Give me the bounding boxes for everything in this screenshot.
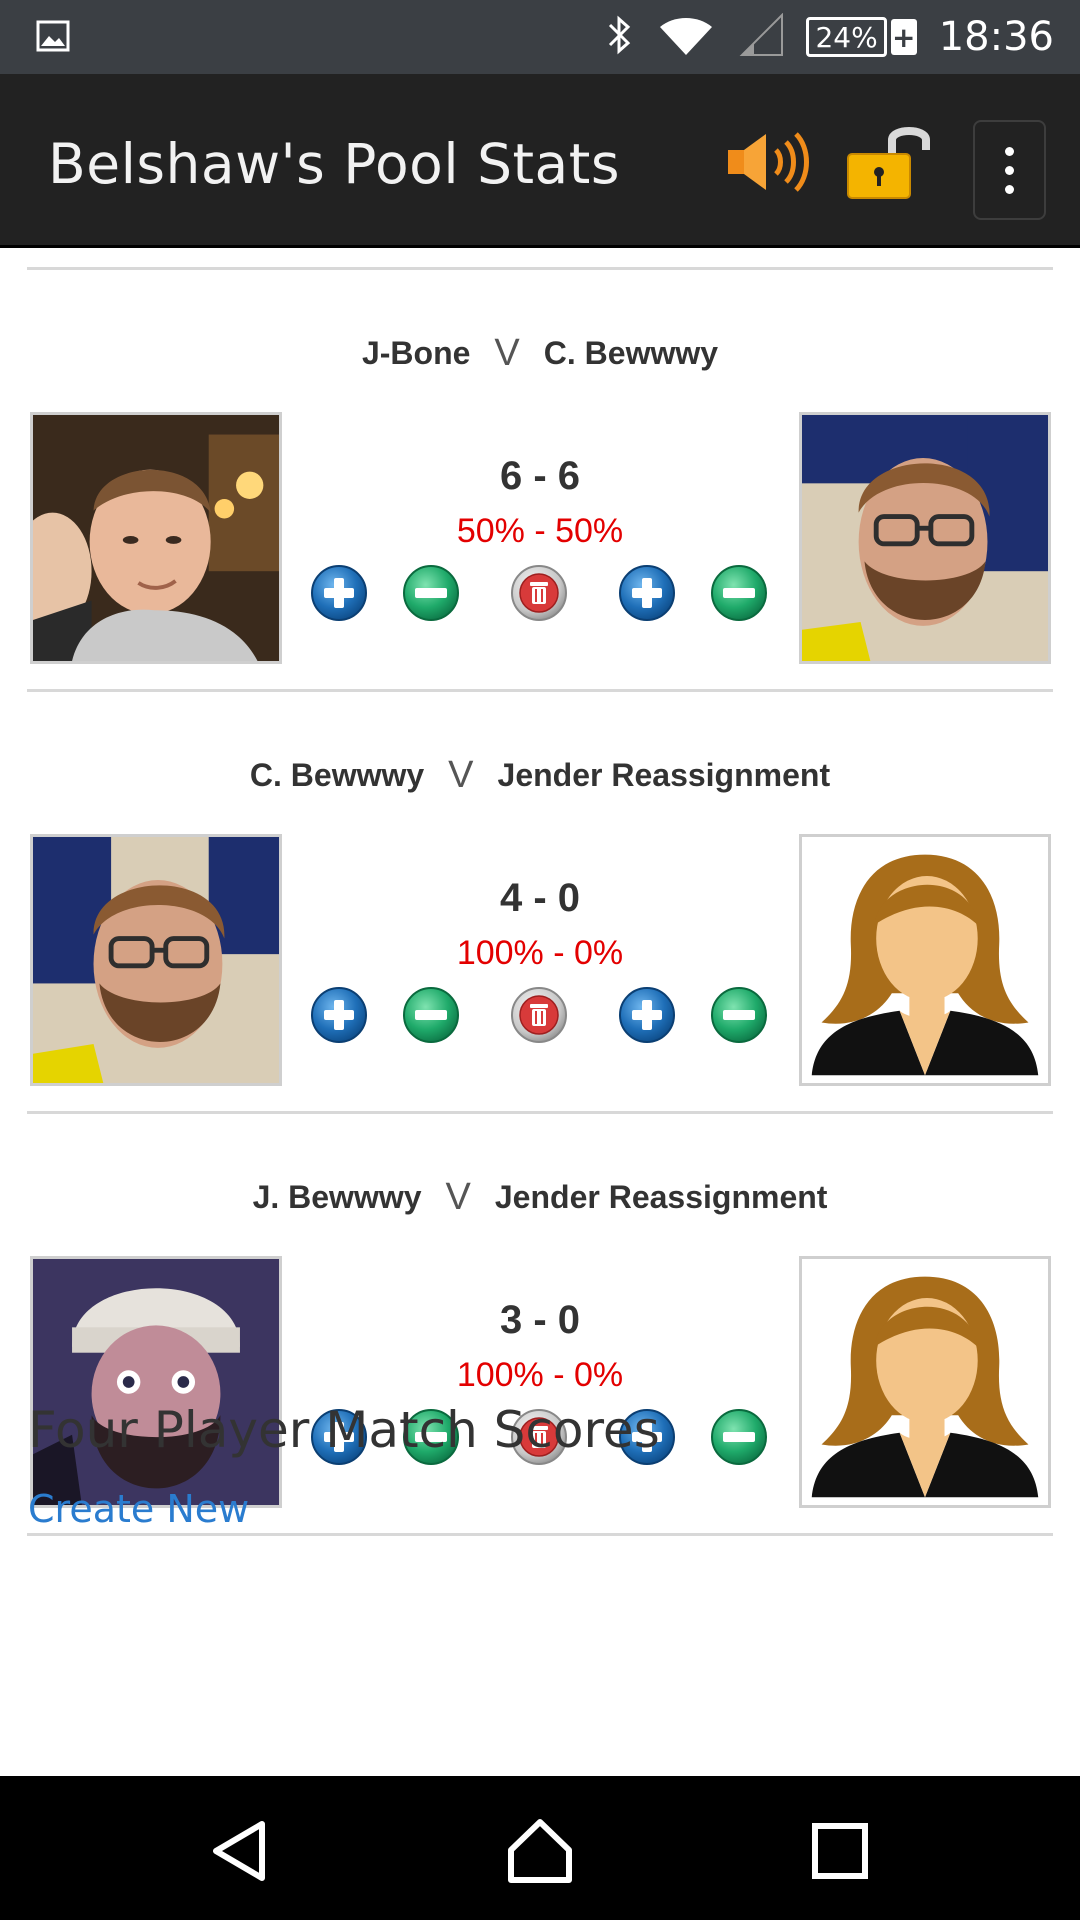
match-card: J-Bone V C. Bewwwy 6 - 6 50% - 50%: [0, 270, 1080, 690]
back-icon[interactable]: [206, 1816, 276, 1886]
match-list[interactable]: J-Bone V C. Bewwwy 6 - 6 50% - 50% C. Be…: [0, 251, 1080, 1776]
player1-name: J. Bewwwy: [252, 1179, 422, 1215]
versus-label: V: [494, 332, 520, 374]
match-card: C. Bewwwy V Jender Reassignment 4 - 0 100%…: [0, 692, 1080, 1112]
versus-label: V: [448, 754, 474, 796]
match-names: J-Bone V C. Bewwwy: [0, 332, 1080, 375]
player2-add-win-button[interactable]: [618, 986, 676, 1044]
charging-icon: +: [890, 19, 917, 55]
match-score: 3 - 0: [499, 1298, 581, 1342]
versus-label: V: [445, 1176, 471, 1218]
bluetooth-icon: [606, 13, 634, 61]
delete-match-button[interactable]: [510, 564, 568, 622]
player1-add-win-button[interactable]: [310, 564, 368, 622]
minus-icon: [710, 986, 768, 1044]
minus-icon: [402, 564, 460, 622]
match-score: 4 - 0: [499, 876, 581, 920]
match-card: J. Bewwwy V Jender Reassignment 3 - 0 100%…: [0, 1114, 1080, 1534]
plus-icon: [310, 564, 368, 622]
player1-name: J-Bone: [361, 335, 471, 371]
player1-add-win-button[interactable]: [310, 986, 368, 1044]
app-bar: Belshaw's Pool Stats: [0, 74, 1080, 248]
create-new-link[interactable]: Create New: [28, 1487, 249, 1531]
player2-remove-win-button[interactable]: [710, 1408, 768, 1466]
four-player-section-title: Four Player Match Scores: [28, 1401, 660, 1459]
recents-icon[interactable]: [805, 1816, 875, 1886]
trash-icon: [510, 564, 568, 622]
divider: [27, 1533, 1053, 1536]
overflow-menu-icon: [1005, 146, 1014, 156]
match-percentage: 100% - 0%: [456, 934, 624, 972]
minus-icon: [710, 564, 768, 622]
match-percentage: 50% - 50%: [456, 512, 624, 550]
home-icon[interactable]: [505, 1816, 575, 1886]
clock: 18:36: [938, 14, 1054, 60]
overflow-menu-button[interactable]: [973, 120, 1046, 220]
battery-icon: 24% +: [806, 17, 917, 57]
match-percentage: 100% - 0%: [456, 1356, 624, 1394]
player2-remove-win-button[interactable]: [710, 986, 768, 1044]
player2-remove-win-button[interactable]: [710, 564, 768, 622]
player2-name: C. Bewwwy: [543, 335, 719, 371]
player2-add-win-button[interactable]: [618, 564, 676, 622]
minus-icon: [402, 986, 460, 1044]
minus-icon: [710, 1408, 768, 1466]
unlocked-padlock-icon[interactable]: [846, 122, 938, 202]
status-bar: 24% + 18:36: [0, 0, 1080, 74]
speaker-icon[interactable]: [726, 130, 812, 194]
battery-level: 24%: [806, 17, 887, 57]
app-title: Belshaw's Pool Stats: [48, 132, 620, 196]
delete-match-button[interactable]: [510, 986, 568, 1044]
image-icon: [36, 20, 70, 56]
wifi-icon: [656, 13, 716, 61]
navigation-bar: [0, 1776, 1080, 1920]
player2-name: Jender Reassignment: [497, 757, 831, 793]
plus-icon: [618, 564, 676, 622]
player1-remove-win-button[interactable]: [402, 564, 460, 622]
signal-icon: [738, 12, 784, 61]
player1-name: C. Bewwwy: [249, 757, 425, 793]
player1-remove-win-button[interactable]: [402, 986, 460, 1044]
match-names: C. Bewwwy V Jender Reassignment: [0, 754, 1080, 797]
player2-name: Jender Reassignment: [494, 1179, 828, 1215]
match-score: 6 - 6: [499, 454, 581, 498]
match-names: J. Bewwwy V Jender Reassignment: [0, 1176, 1080, 1219]
plus-icon: [618, 986, 676, 1044]
plus-icon: [310, 986, 368, 1044]
trash-icon: [510, 986, 568, 1044]
